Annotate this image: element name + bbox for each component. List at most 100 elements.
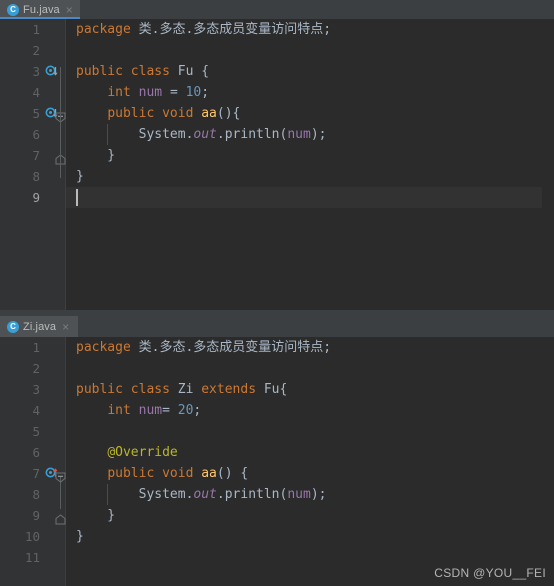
indent-guide — [107, 484, 109, 505]
gutter-top[interactable]: 1 2 3 4 5 6 7 8 9 — [0, 19, 66, 310]
code-line[interactable] — [66, 358, 554, 379]
code-token: extends — [201, 382, 264, 397]
code-line[interactable] — [66, 40, 554, 61]
tab-label: Fu.java — [23, 3, 60, 16]
code-token: } — [76, 169, 84, 184]
line-number: 7 — [32, 466, 40, 481]
fold-connector-class — [60, 67, 61, 178]
overridden-method-icon[interactable] — [45, 64, 61, 80]
code-line[interactable]: } — [66, 145, 554, 166]
code-line[interactable]: package 类.多态.多态成员变量访问特点; — [66, 337, 554, 358]
code-token: @Override — [107, 445, 178, 460]
code-token: } — [76, 529, 84, 544]
code-token: .println( — [216, 487, 288, 502]
code-token: ; — [323, 22, 332, 37]
code-token: = — [169, 85, 186, 100]
line-number: 1 — [32, 22, 40, 37]
line-number: 8 — [32, 487, 40, 502]
code-token: public void — [107, 466, 202, 481]
editor-pane-top: C Fu.java × 1 2 3 4 5 6 7 8 9 package 类.多态.多态成员变… — [0, 0, 554, 310]
line-number: 11 — [24, 550, 40, 565]
line-number: 9 — [32, 190, 40, 205]
code-token: 20 — [177, 403, 194, 418]
code-token: System. — [76, 127, 194, 142]
code-area-top[interactable]: 1 2 3 4 5 6 7 8 9 package 类.多态.多态成员变量访问特点; public… — [0, 19, 554, 310]
close-icon[interactable]: × — [64, 4, 73, 16]
code-line[interactable]: } — [66, 526, 554, 547]
code-line[interactable]: System.out.println(num); — [66, 124, 554, 145]
code-token: 类.多态.多态成员变量访问特点 — [138, 22, 324, 37]
code-line[interactable]: public class Fu { — [66, 61, 554, 82]
line-number: 1 — [32, 340, 40, 355]
code-line[interactable] — [66, 547, 554, 568]
code-token: ; — [323, 340, 332, 355]
code-token: .println( — [216, 127, 288, 142]
code-line[interactable]: @Override — [66, 442, 554, 463]
java-class-icon: C — [7, 3, 19, 16]
code-token: public class — [76, 64, 178, 79]
code-token: Fu — [177, 64, 202, 79]
code-token: out — [193, 487, 217, 502]
code-line[interactable]: System.out.println(num); — [66, 484, 554, 505]
code-lines-bottom[interactable]: package 类.多态.多态成员变量访问特点; public class Zi … — [66, 337, 554, 586]
code-token: public void — [107, 106, 202, 121]
fold-region-end-icon[interactable] — [55, 510, 66, 525]
code-line[interactable]: public void aa() { — [66, 463, 554, 484]
code-token: } — [76, 148, 116, 163]
code-token: ); — [310, 127, 327, 142]
code-token: num — [287, 487, 311, 502]
code-line[interactable]: int num = 10; — [66, 82, 554, 103]
code-token: num — [138, 403, 163, 418]
code-token: { — [201, 64, 210, 79]
java-class-icon: C — [7, 320, 19, 333]
tab-label: Zi.java — [23, 320, 57, 333]
line-number: 9 — [32, 508, 40, 523]
code-token: ); — [310, 487, 327, 502]
code-token: () { — [216, 466, 249, 481]
tab-bar-top: C Fu.java × — [0, 0, 554, 19]
close-icon[interactable]: × — [60, 321, 69, 333]
code-token: } — [76, 508, 116, 523]
watermark: CSDN @YOU__FEI — [434, 566, 546, 580]
vertical-scrollbar-top[interactable] — [542, 19, 554, 310]
code-token: aa — [201, 106, 217, 121]
code-token: System. — [76, 487, 194, 502]
code-line[interactable]: int num= 20; — [66, 400, 554, 421]
code-line[interactable]: public void aa(){ — [66, 103, 554, 124]
tab-bar-bottom: C Zi.java × — [0, 316, 554, 337]
tab-fu-java[interactable]: C Fu.java × — [0, 0, 80, 19]
line-number: 2 — [32, 361, 40, 376]
code-token: num — [138, 85, 170, 100]
line-number: 5 — [32, 106, 40, 121]
line-number: 8 — [32, 169, 40, 184]
ide-window: C Fu.java × 1 2 3 4 5 6 7 8 9 package 类.多态.多态成员变… — [0, 0, 554, 586]
code-line[interactable]: package 类.多态.多态成员变量访问特点; — [66, 19, 554, 40]
code-token: 类.多态.多态成员变量访问特点 — [138, 340, 324, 355]
fold-collapse-icon[interactable] — [55, 468, 66, 483]
code-lines-top[interactable]: package 类.多态.多态成员变量访问特点; public class Fu … — [66, 19, 554, 310]
line-number: 10 — [24, 529, 40, 544]
code-token: = — [162, 403, 178, 418]
code-token: int — [107, 85, 139, 100]
code-line[interactable]: } — [66, 166, 554, 187]
code-area-bottom[interactable]: 1 2 3 4 5 6 7 8 9 10 11 package 类.多态.多态成员变量访问特点; pu… — [0, 337, 554, 586]
code-token: aa — [201, 466, 217, 481]
code-line[interactable] — [66, 421, 554, 442]
line-number: 3 — [32, 382, 40, 397]
code-line[interactable]: public class Zi extends Fu{ — [66, 379, 554, 400]
code-line[interactable] — [66, 187, 554, 208]
code-token: Zi — [177, 382, 202, 397]
tab-zi-java[interactable]: C Zi.java × — [0, 316, 78, 337]
vertical-scrollbar-bottom[interactable] — [542, 337, 554, 586]
code-token: 10 — [185, 85, 202, 100]
gutter-bottom[interactable]: 1 2 3 4 5 6 7 8 9 10 11 — [0, 337, 66, 586]
code-line[interactable]: } — [66, 505, 554, 526]
line-number: 4 — [32, 403, 40, 418]
code-token: num — [287, 127, 311, 142]
editor-pane-bottom: C Zi.java × 1 2 3 4 5 6 7 8 9 10 11 package 类.多态.多… — [0, 316, 554, 586]
